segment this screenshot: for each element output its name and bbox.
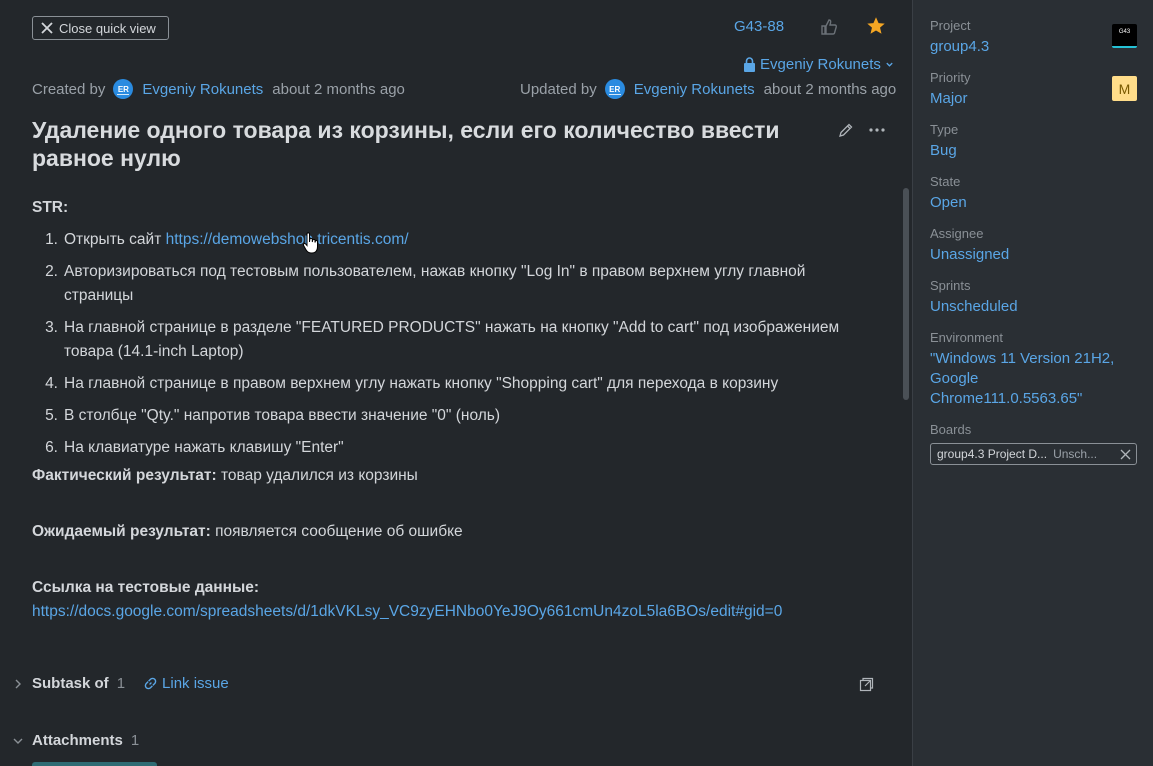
lock-icon	[744, 57, 755, 72]
step-text: На главной странице в правом верхнем угл…	[64, 375, 779, 392]
issue-id-link[interactable]: G43-88	[734, 18, 784, 35]
step-number: 5.	[45, 407, 58, 424]
close-quick-view-button[interactable]: Close quick view	[32, 16, 169, 40]
demowebshop-link[interactable]: https://demowebshop.tricentis.com/	[166, 231, 409, 248]
updated-author-link[interactable]: Evgeniy Rokunets	[634, 81, 755, 98]
chevron-right-icon	[15, 679, 21, 688]
actual-result-text: товар удалился из корзины	[216, 467, 418, 484]
list-item: 5. В столбце "Qty." напротив товара ввес…	[32, 404, 892, 428]
field-priority: Priority Major	[930, 70, 1140, 109]
attachment-thumbnail[interactable]	[32, 762, 157, 766]
sprints-value[interactable]: Unscheduled	[930, 297, 1140, 317]
board-sprint: Unsch...	[1053, 447, 1098, 461]
actual-result-label: Фактический результат:	[32, 467, 217, 484]
chevron-down-icon	[886, 62, 893, 67]
created-by-row: Created by ER Evgeniy Rokunets about 2 m…	[32, 79, 405, 99]
board-name: group4.3 Project D...	[937, 447, 1048, 461]
chevron-down-icon	[13, 738, 23, 744]
expected-result-text: появляется сообщение об ошибке	[210, 523, 463, 540]
test-data-link[interactable]: https://docs.google.com/spreadsheets/d/1…	[32, 603, 782, 620]
field-type: Type Bug	[930, 122, 1140, 161]
pencil-icon[interactable]	[838, 122, 854, 138]
updated-by-row: Updated by ER Evgeniy Rokunets about 2 m…	[520, 79, 896, 99]
board-chip[interactable]: group4.3 Project D... Unsch...	[930, 443, 1137, 465]
project-value[interactable]: group4.3	[930, 37, 1140, 57]
priority-value[interactable]: Major	[930, 89, 1140, 109]
list-item: 2. Авторизироваться под тестовым пользов…	[32, 260, 892, 308]
created-label: Created by	[32, 80, 106, 98]
link-issue-label: Link issue	[162, 675, 229, 692]
step-number: 2.	[45, 263, 58, 280]
assignee-value[interactable]: Unassigned	[930, 245, 1140, 265]
visibility-user: Evgeniy Rokunets	[760, 56, 881, 73]
boards-label: Boards	[930, 422, 972, 437]
step-number: 3.	[45, 319, 58, 336]
link-icon	[144, 677, 157, 690]
created-time: about 2 months ago	[272, 80, 405, 98]
close-icon	[41, 22, 53, 34]
issue-quick-view: Close quick view G43-88 Evgeniy Rokunets…	[0, 0, 912, 766]
list-item: 3. На главной странице в разделе "FEATUR…	[32, 316, 892, 364]
step-text: Авторизироваться под тестовым пользовате…	[64, 263, 806, 304]
star-icon[interactable]	[865, 15, 887, 37]
field-assignee: Assignee Unassigned	[930, 226, 1140, 265]
step-number: 1.	[45, 231, 58, 248]
attachments-count: 1	[130, 732, 140, 749]
assignee-label: Assignee	[930, 226, 984, 241]
step-text: В столбце "Qty." напротив товара ввести …	[64, 407, 501, 424]
created-author-link[interactable]: Evgeniy Rokunets	[142, 81, 263, 98]
project-label: Project	[930, 18, 971, 33]
expected-result: Ожидаемый результат: появляется сообщени…	[32, 520, 892, 544]
str-heading: STR:	[32, 199, 69, 216]
project-icon: G43	[1112, 24, 1137, 48]
updated-label: Updated by	[520, 80, 597, 98]
subtask-label: Subtask of	[32, 675, 109, 692]
environment-label: Environment	[930, 330, 1003, 345]
field-environment: Environment "Windows 11 Version 21H2, Go…	[930, 330, 1120, 409]
field-project: Project group4.3	[930, 18, 1140, 57]
avatar[interactable]: ER	[604, 79, 625, 99]
field-boards: Boards	[930, 422, 1140, 438]
priority-badge: M	[1112, 76, 1137, 101]
environment-value[interactable]: "Windows 11 Version 21H2, Google Chrome1…	[930, 349, 1120, 409]
subtask-section-header[interactable]: Subtask of 1 Link issue	[12, 675, 229, 692]
list-item: 1. Открыть сайт https://demowebshop.tric…	[32, 228, 892, 252]
issue-title[interactable]: Удаление одного товара из корзины, если …	[32, 116, 792, 172]
scrollbar-thumb[interactable]	[903, 188, 909, 400]
attachments-label: Attachments	[32, 732, 123, 749]
attachments-section-header[interactable]: Attachments 1	[12, 732, 139, 749]
cursor-hand-icon	[302, 232, 318, 254]
issue-fields-sidebar: Project group4.3 G43 Priority Major M Ty…	[912, 0, 1153, 766]
subtask-count: 1	[116, 675, 126, 692]
remove-icon[interactable]	[1120, 449, 1131, 460]
list-item: 4. На главной странице в правом верхнем …	[32, 372, 892, 396]
list-item: 6. На клавиатуре нажать клавишу "Enter"	[32, 436, 892, 460]
expected-result-label: Ожидаемый результат:	[32, 523, 211, 540]
state-label: State	[930, 174, 961, 189]
close-quick-view-label: Close quick view	[59, 20, 156, 36]
visibility-selector[interactable]: Evgeniy Rokunets	[743, 56, 894, 73]
type-label: Type	[930, 122, 959, 137]
steps-list: 1. Открыть сайт https://demowebshop.tric…	[32, 228, 892, 460]
avatar[interactable]: ER	[113, 79, 134, 99]
step-text: На главной странице в разделе "FEATURED …	[64, 319, 840, 360]
step-number: 6.	[45, 439, 58, 456]
priority-label: Priority	[930, 70, 971, 85]
type-value[interactable]: Bug	[930, 141, 1140, 161]
field-sprints: Sprints Unscheduled	[930, 278, 1140, 317]
actual-result: Фактический результат: товар удалился из…	[32, 464, 892, 488]
updated-time: about 2 months ago	[763, 80, 897, 98]
step-number: 4.	[45, 375, 58, 392]
link-issue-button[interactable]: Link issue	[143, 675, 229, 692]
field-state: State Open	[930, 174, 1140, 213]
issue-description: STR: 1. Открыть сайт https://demowebshop…	[32, 196, 892, 624]
thumbs-up-icon[interactable]	[819, 17, 839, 37]
step-text: На клавиатуре нажать клавишу "Enter"	[64, 439, 344, 456]
open-external-icon[interactable]	[859, 677, 874, 692]
test-data-label: Ссылка на тестовые данные:	[32, 579, 260, 596]
state-value[interactable]: Open	[930, 193, 1140, 213]
step-text: Открыть сайт	[64, 231, 166, 248]
sprints-label: Sprints	[930, 278, 971, 293]
more-icon[interactable]	[868, 122, 886, 138]
